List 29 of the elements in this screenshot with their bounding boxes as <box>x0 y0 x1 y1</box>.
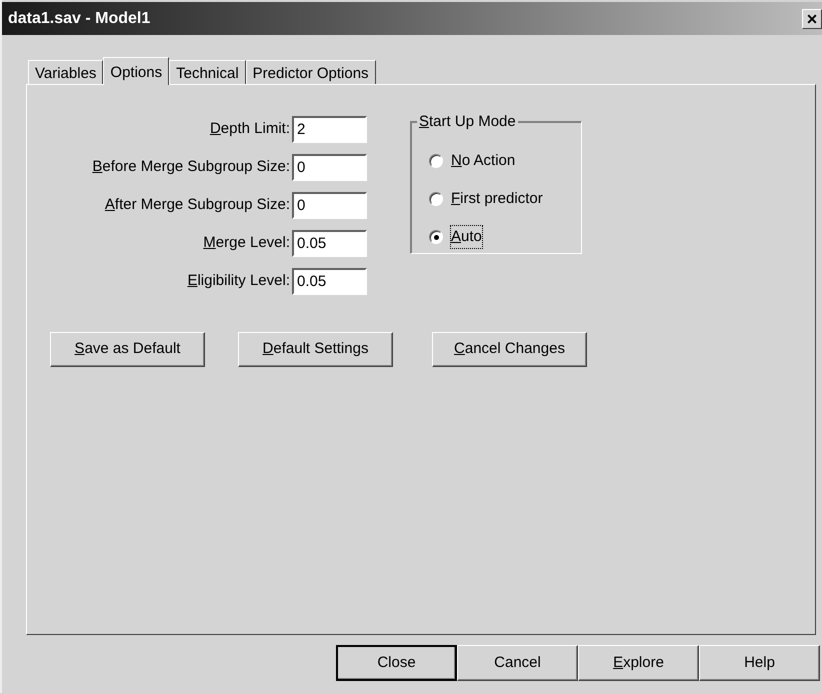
radio-label[interactable]: Auto <box>451 226 482 248</box>
tab[interactable]: Variables <box>28 60 104 84</box>
button[interactable]: Cancel <box>457 645 578 681</box>
window-title: data1.sav - Model1 <box>8 8 150 28</box>
button[interactable]: Explore <box>578 645 699 681</box>
tab[interactable]: Options <box>103 57 170 85</box>
radio-button[interactable] <box>429 154 443 168</box>
button[interactable]: Save as Default <box>50 332 205 367</box>
tab[interactable]: Predictor Options <box>246 60 376 84</box>
button[interactable]: Default Settings <box>238 332 393 367</box>
field-label: Before Merge Subgroup Size: <box>91 156 291 177</box>
radio-button[interactable] <box>429 230 443 244</box>
input-field[interactable]: 2 <box>292 116 367 142</box>
field-label: Merge Level: <box>202 232 291 253</box>
field-label: Depth Limit: <box>208 118 291 139</box>
radio-label[interactable]: First predictor <box>451 188 543 210</box>
input-field[interactable]: 0.05 <box>292 268 367 294</box>
radio-label[interactable]: No Action <box>451 150 516 172</box>
button[interactable]: Help <box>699 645 820 681</box>
input-field[interactable]: 0 <box>292 154 367 180</box>
radio-button[interactable] <box>429 192 443 206</box>
input-field[interactable]: 0.05 <box>292 230 367 256</box>
field-label: After Merge Subgroup Size: <box>104 194 291 215</box>
button[interactable]: Cancel Changes <box>432 332 587 367</box>
input-field[interactable]: 0 <box>292 192 367 218</box>
tab[interactable]: Technical <box>169 60 246 84</box>
button[interactable]: Close <box>336 645 457 681</box>
field-label: Eligibility Level: <box>186 270 291 291</box>
close-button[interactable]: × <box>802 8 822 28</box>
